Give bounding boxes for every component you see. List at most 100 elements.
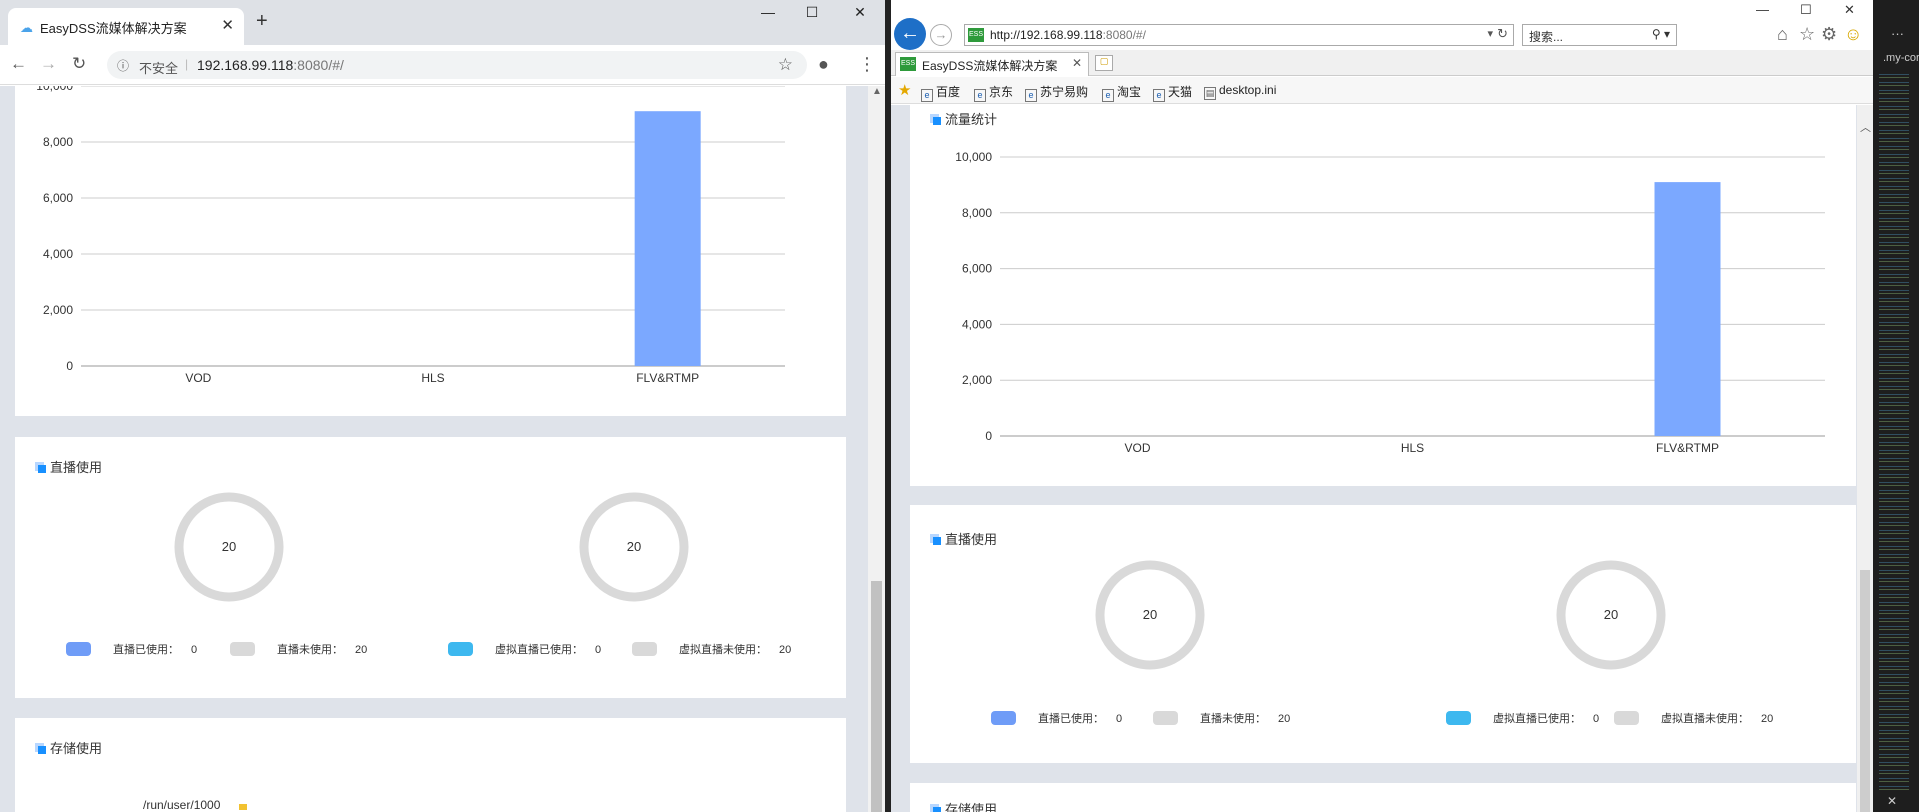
bar: [1654, 182, 1721, 436]
ie-traffic-bar-chart: 0 2,000 4,000 6,000 8,000 10,000 VOD HLS FLV&RTM…: [955, 150, 1825, 455]
close-icon[interactable]: ✕: [1072, 56, 1082, 70]
ie-page-icon: e: [921, 89, 933, 102]
favorites-add-icon[interactable]: ★: [898, 81, 911, 99]
live-rings: [174, 492, 689, 602]
menu-icon[interactable]: ⋮: [858, 54, 876, 75]
y-tick-label: 2,000: [43, 303, 73, 317]
close-icon[interactable]: ✕: [221, 16, 234, 34]
new-tab-icon[interactable]: ▢: [1095, 55, 1113, 71]
legend-swatch: [632, 642, 657, 656]
scrollbar-thumb[interactable]: [1860, 570, 1870, 812]
ie-traffic-card: 流量统计 0 2,000 4,000 6,000 8,000 10,000 VOD HLS FL…: [910, 105, 1856, 486]
search-icon[interactable]: ⚲ ▾: [1652, 27, 1670, 41]
ie-scrollbar[interactable]: ︿: [1857, 105, 1873, 812]
file-icon: ▤: [1204, 87, 1216, 100]
ie-storage-title: 存储使用: [930, 799, 997, 812]
fav-item-suning[interactable]: e 苏宁易购: [1025, 83, 1088, 102]
close-window-icon[interactable]: ✕: [1844, 2, 1855, 18]
legend-swatch: [1153, 711, 1178, 725]
chevron-down-icon[interactable]: ▾: [1487, 27, 1493, 40]
back-icon[interactable]: ←: [10, 54, 27, 74]
search-placeholder: 搜索...: [1529, 30, 1564, 44]
scrollbar-thumb[interactable]: [871, 581, 882, 812]
favorites-star-icon[interactable]: ☆: [1799, 24, 1815, 45]
maximize-icon[interactable]: ☐: [800, 4, 824, 21]
ie-tabrow: ESS EasyDSS流媒体解决方案 ✕ ▢: [891, 50, 1873, 76]
traffic-bar-chart: 0 2,000 4,000 6,000 8,000 10,000 VOD HLS FLV&RTM…: [36, 86, 785, 385]
virtual-live-ring-value: 20: [626, 539, 642, 554]
smiley-icon[interactable]: ☺: [1844, 24, 1862, 45]
ie-url-text[interactable]: http://192.168.99.118:8080/#/: [990, 28, 1146, 42]
minimize-icon[interactable]: —: [756, 4, 780, 20]
fav-item-jd[interactable]: e 京东: [974, 83, 1013, 102]
y-tick-label: 6,000: [43, 191, 73, 205]
storage-path-label: /run/user/1000: [143, 798, 221, 812]
url-path: :8080/#/: [293, 57, 344, 73]
close-window-icon[interactable]: ✕: [848, 4, 872, 21]
y-tick-label: 4,000: [43, 247, 73, 261]
live-ring-value: 20: [221, 539, 237, 554]
legend-virtual-used: 虚拟直播已使用： 0: [1446, 710, 1599, 726]
reload-icon[interactable]: ↻: [1497, 26, 1508, 42]
ie-address-bar[interactable]: ESS http://192.168.99.118:8080/#/ ▾ ↻: [964, 24, 1514, 46]
divider: |: [185, 57, 189, 71]
minimize-icon[interactable]: —: [1756, 2, 1769, 17]
chrome-tab-active[interactable]: ☁ EasyDSS流媒体解决方案 ✕: [8, 8, 244, 45]
live-usage-card: 直播使用 20 20 直播已使用： 0 直播未使用： 20 虚拟直播已使用： 0 虚拟…: [15, 437, 846, 698]
more-icon[interactable]: ···: [1891, 26, 1904, 41]
ie-search-box[interactable]: 搜索... ⚲ ▾: [1522, 24, 1677, 46]
virtual-live-ring-value: 20: [1603, 607, 1619, 622]
legend-swatch: [1614, 711, 1639, 725]
home-icon[interactable]: ⌂: [1777, 24, 1788, 45]
ie-favorites-bar: ★ e 百度 e 京东 e 苏宁易购 e 淘宝 e 天猫 ▤ desktop.ini: [891, 77, 1873, 104]
y-tick-label: 2,000: [962, 373, 992, 387]
chrome-tabstrip: ☁ EasyDSS流媒体解决方案 ✕ + — ☐ ✕: [0, 0, 885, 45]
fav-item-tmall[interactable]: e 天猫: [1153, 83, 1192, 102]
url-text[interactable]: 192.168.99.118:8080/#/: [197, 57, 344, 73]
scroll-up-icon[interactable]: ▲: [872, 86, 882, 97]
chrome-tab-title: EasyDSS流媒体解决方案: [40, 21, 187, 36]
account-icon[interactable]: ●: [818, 54, 829, 75]
minimap[interactable]: [1879, 72, 1909, 792]
fav-item-taobao[interactable]: e 淘宝: [1102, 83, 1141, 102]
editor-tab-label: .my-cor: [1883, 52, 1919, 64]
chrome-scrollbar[interactable]: ▲: [868, 86, 885, 812]
close-icon[interactable]: ✕: [1887, 794, 1897, 808]
info-icon[interactable]: ⓘ: [117, 57, 129, 74]
forward-icon[interactable]: →: [40, 54, 57, 74]
y-tick-label: 10,000: [36, 86, 73, 93]
ie-tab-active[interactable]: ESS EasyDSS流媒体解决方案 ✕: [895, 52, 1089, 76]
plus-icon[interactable]: +: [256, 10, 268, 33]
x-tick-label: VOD: [185, 371, 211, 385]
legend-swatch: [991, 711, 1016, 725]
fav-item-baidu[interactable]: e 百度: [921, 83, 960, 102]
address-bar[interactable]: ⓘ 不安全 | 192.168.99.118:8080/#/ ☆: [107, 51, 807, 79]
title-marker-icon: [930, 114, 941, 125]
ie-page-icon: e: [1025, 89, 1037, 102]
x-tick-label: HLS: [1401, 441, 1424, 455]
y-tick-label: 8,000: [962, 206, 992, 220]
insecure-label: 不安全: [139, 61, 179, 76]
cloud-favicon-icon: ☁: [20, 20, 33, 35]
storage-title: 存储使用: [35, 738, 102, 757]
storage-bar-stub: [239, 804, 247, 810]
star-icon[interactable]: ☆: [778, 55, 793, 75]
scroll-up-icon[interactable]: ︿: [1860, 119, 1871, 135]
legend-virtual-unused: 虚拟直播未使用： 20: [1614, 710, 1773, 726]
x-tick-label: FLV&RTMP: [1656, 441, 1719, 455]
reload-icon[interactable]: ↻: [72, 54, 86, 74]
fav-item-desktop-ini[interactable]: ▤ desktop.ini: [1204, 83, 1276, 100]
legend-live-unused: 直播未使用： 20: [230, 641, 367, 657]
ie-window: — ☐ ✕ ← → ESS http://192.168.99.118:8080…: [891, 0, 1873, 812]
legend-live-used: 直播已使用： 0: [66, 641, 197, 657]
ie-tab-title: EasyDSS流媒体解决方案: [922, 59, 1058, 73]
ie-storage-card: 存储使用: [910, 783, 1856, 812]
back-icon[interactable]: ←: [894, 18, 926, 50]
easydss-favicon-icon: ESS: [968, 28, 984, 42]
ie-page-icon: e: [974, 89, 986, 102]
maximize-icon[interactable]: ☐: [1800, 2, 1812, 18]
gear-icon[interactable]: ⚙: [1821, 24, 1837, 45]
legend-swatch: [1446, 711, 1471, 725]
forward-icon[interactable]: →: [930, 24, 952, 46]
x-tick-label: HLS: [421, 371, 444, 385]
